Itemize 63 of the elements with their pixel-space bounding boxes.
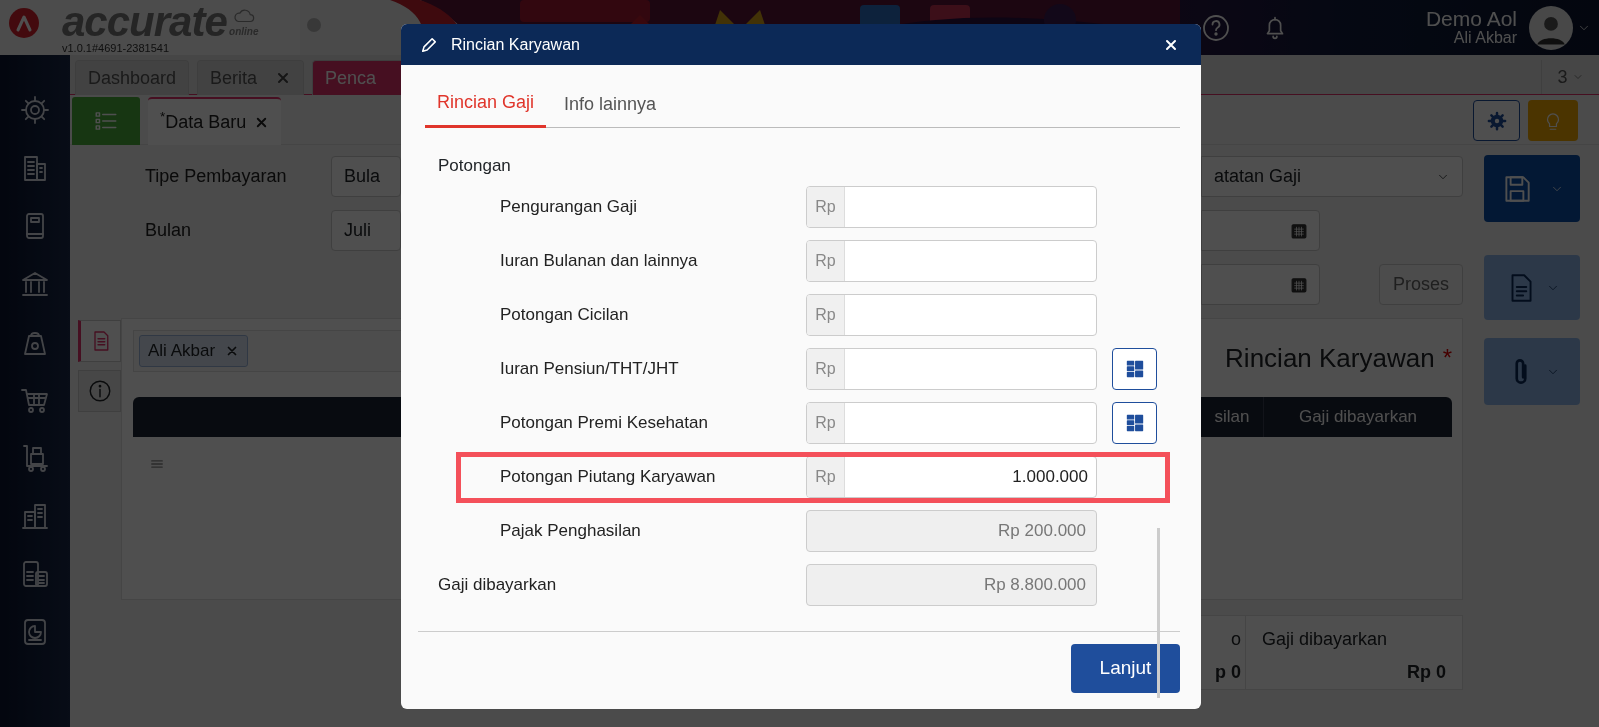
currency-prefix: Rp [807,294,845,335]
currency-prefix: Rp [807,186,845,227]
settings-button[interactable] [1473,100,1520,141]
field-label: Bulan [145,219,193,242]
dialog-title: Rincian Karyawan [451,34,580,55]
currency-field[interactable]: Rp [806,401,1097,444]
currency-prefix: Rp [807,348,845,389]
date-field[interactable] [1201,210,1320,251]
user-name: Demo Aol [1425,8,1517,31]
document-tab[interactable]: $^{*}$Data Baru [148,97,282,145]
currency-field[interactable]: Rp [806,293,1097,336]
required-mark: * [1442,343,1452,373]
settings-icon [1486,110,1507,131]
select-field[interactable]: Bula [331,156,401,197]
summary-value: p 0 [1215,661,1241,684]
currency-field[interactable]: Rp 1.000.000 [806,455,1097,498]
section-heading: Potongan [438,155,512,177]
field-label: Iuran Bulanan dan lainnya [499,249,699,272]
currency-prefix: Rp [807,456,845,497]
lookup-button[interactable] [1112,347,1157,390]
currency-field[interactable]: Rp [806,185,1097,228]
currency-prefix: Rp [807,402,845,443]
field-label: Pengurangan Gaji [499,195,639,218]
field-label: Potongan Cicilan [499,303,630,326]
list-button[interactable] [72,97,140,145]
attachment-button[interactable] [1484,338,1580,405]
tab[interactable]: Rincian Gaji [425,80,547,128]
field-label: Potongan Premi Kesehatan [499,411,709,434]
avatar-icon[interactable] [1529,5,1573,50]
tab-label: $^{*}$Data Baru [160,108,247,134]
tag-chip[interactable]: Ali Akbar [139,335,249,367]
summary-value: Rp 0 [1407,661,1446,684]
field-label: Potongan Piutang Karyawan [499,465,717,488]
save-button[interactable] [1484,155,1580,222]
tab-label: Penca [325,66,377,90]
logo-icon [8,7,40,39]
lookup-button[interactable] [1112,401,1157,444]
document-button[interactable] [1484,255,1580,320]
tips-button[interactable] [1528,100,1578,141]
summary-label: Gaji dibayarkan [1262,628,1389,651]
side-tab[interactable] [78,320,121,362]
field-label: Pajak Penghasilan [499,519,642,542]
select-field[interactable]: atatan Gaji [1201,156,1463,197]
select-field[interactable]: Juli [331,210,401,251]
version-text: v1.0.1#4691-2381541 [62,43,171,54]
settings-icon[interactable] [19,94,51,126]
currency-prefix: Rp [807,240,845,281]
field-label: Gaji dibayarkan [438,573,558,596]
currency-field[interactable]: Rp [806,239,1097,282]
readonly-field: Rp 8.800.000 [806,563,1097,606]
date-field[interactable] [1201,264,1320,305]
field-label: Tipe Pembayaran [145,165,288,188]
column-header: Gaji dibayarkan [1297,406,1419,429]
continue-button[interactable]: Lanjut [1071,644,1180,693]
side-tab[interactable] [78,370,121,412]
tab[interactable]: Info lainnya [552,80,669,128]
user-role: Ali Akbar [1452,30,1517,47]
section-title: Rincian Karyawan [1225,341,1435,375]
field-label: Iuran Pensiun/THT/JHT [499,357,680,380]
summary-label: o [1231,628,1241,651]
scrollbar[interactable] [1157,528,1160,698]
currency-field[interactable]: Rp [806,347,1097,390]
readonly-field: Rp 200.000 [806,509,1097,552]
